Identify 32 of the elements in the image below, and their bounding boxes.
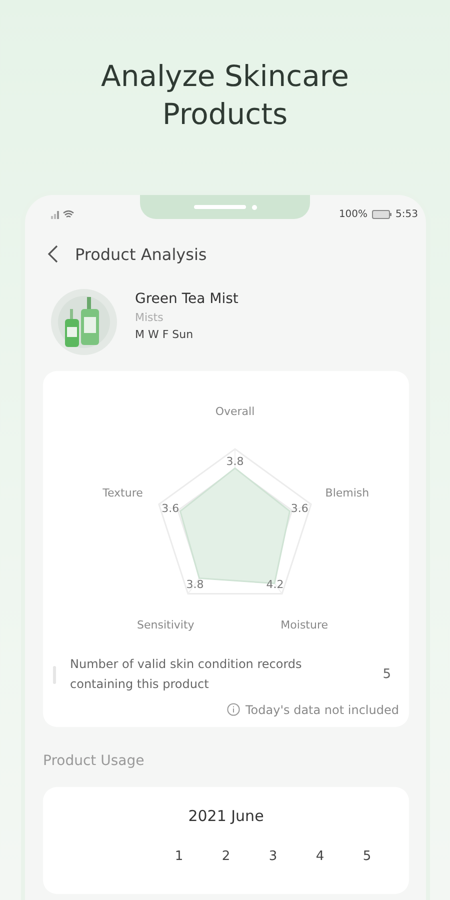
axis-label: Overall (215, 405, 255, 418)
wifi-icon (63, 210, 74, 218)
score-label: 3.6 (162, 502, 180, 515)
calendar-day[interactable]: 5 (344, 848, 390, 864)
calendar-day[interactable]: 4 (296, 848, 344, 864)
records-label: Number of valid skin condition records containing this product (70, 656, 303, 693)
calendar-day[interactable]: 1 (156, 848, 202, 864)
score-label: 3.8 (186, 578, 204, 592)
headline: Analyze Skincare Products (100, 58, 350, 133)
product-category: Mists (135, 311, 164, 324)
records-count: 5 (382, 667, 392, 682)
axis-label: Blemish (325, 486, 370, 500)
section-title: Product Usage (42, 752, 146, 769)
score-label: 3.8 (226, 455, 244, 468)
calendar-day[interactable]: 2 (202, 848, 250, 864)
axis-label: Texture (102, 486, 143, 500)
axis-label: Sensitivity (137, 618, 194, 632)
clock: 5:53 (396, 208, 418, 220)
info-icon (226, 703, 240, 716)
back-icon (47, 244, 59, 264)
product-name: Green Tea Mist (135, 291, 238, 307)
score-label: 4.2 (266, 578, 284, 592)
signal-icon (51, 210, 61, 218)
axis-label: Moisture (280, 618, 328, 632)
note-text: Today's data not included (246, 702, 399, 717)
page-title: Product Analysis (75, 244, 207, 264)
usage-schedule: M W F Sun (135, 328, 194, 341)
score-label: 3.6 (290, 502, 308, 515)
battery-icon (372, 210, 392, 218)
battery-percent: 100% (338, 208, 368, 220)
calendar-day[interactable]: 3 (250, 848, 296, 864)
calendar-month: 2021 June (187, 806, 265, 825)
